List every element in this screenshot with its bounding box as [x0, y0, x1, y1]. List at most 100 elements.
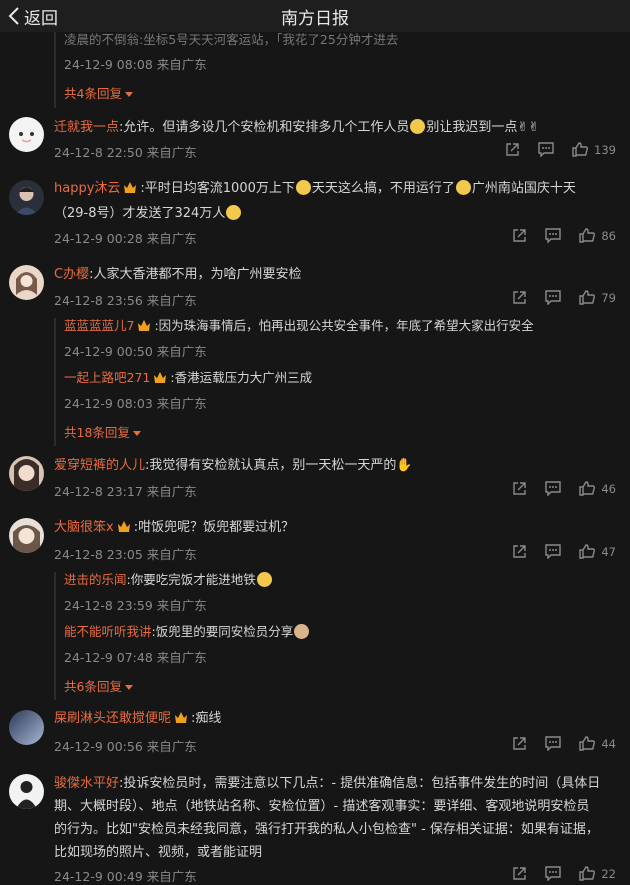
avatar[interactable]	[9, 265, 44, 300]
share-icon	[513, 229, 527, 242]
comment-icon	[545, 544, 562, 559]
comment-username[interactable]: 骏傑水平好	[54, 776, 119, 791]
like-count: 46	[601, 481, 616, 496]
share-button[interactable]	[512, 736, 527, 751]
emoji-icon	[256, 572, 272, 587]
share-icon	[513, 482, 527, 495]
hand-icon: ✋	[396, 458, 413, 473]
reply-button[interactable]	[545, 866, 562, 881]
reply-divider	[54, 318, 56, 446]
thumbs-up-icon	[572, 142, 589, 157]
caret-down-icon	[132, 431, 141, 436]
comment-username[interactable]: C办樱	[54, 267, 89, 282]
reply-button[interactable]	[545, 544, 562, 559]
like-button[interactable]: 22	[579, 866, 616, 881]
comment-icon	[545, 228, 562, 243]
comment-actions: 139	[487, 142, 616, 157]
reply-body: 一起上路吧271:香港运载压力大广州三成	[64, 370, 313, 385]
like-button[interactable]: 47	[579, 544, 616, 559]
crown-badge-icon	[175, 712, 188, 723]
share-icon	[513, 291, 527, 304]
reply-button[interactable]	[545, 228, 562, 243]
victory-hand-icon: ✌✌	[517, 120, 540, 135]
emoji-icon	[455, 180, 471, 195]
comment-username[interactable]: happy沐云	[54, 181, 120, 196]
page-title: 南方日报	[281, 9, 349, 29]
reply-username[interactable]: 进击的乐闻	[64, 572, 127, 587]
share-button[interactable]	[512, 544, 527, 559]
reply-button[interactable]	[545, 290, 562, 305]
share-button[interactable]	[512, 481, 527, 496]
comment-icon	[545, 481, 562, 496]
reply-meta: 24-12-9 08:08 来自广东	[64, 57, 207, 72]
thumbs-up-icon	[579, 736, 596, 751]
crown-badge-icon	[138, 320, 151, 331]
comment-icon	[538, 142, 554, 157]
more-replies-link[interactable]: 共4条回复	[64, 83, 133, 102]
thumbs-up-icon	[579, 290, 596, 305]
like-count: 139	[594, 142, 616, 157]
like-count: 86	[601, 228, 616, 243]
avatar[interactable]	[9, 180, 44, 215]
like-count: 44	[601, 736, 616, 751]
reply-button[interactable]	[545, 736, 562, 751]
comment-meta: 24-12-8 22:50 来自广东	[54, 145, 197, 160]
crown-badge-icon	[124, 182, 137, 193]
like-button[interactable]: 139	[572, 142, 616, 157]
reply-meta: 24-12-9 07:48 来自广东	[64, 650, 207, 665]
like-button[interactable]: 86	[579, 228, 616, 243]
comment-actions: 46	[494, 481, 616, 496]
comment-actions: 79	[494, 290, 616, 305]
emoji-icon	[295, 180, 311, 195]
reply-meta: 24-12-9 08:03 来自广东	[64, 396, 207, 411]
comment-body-line: （29-8号）才发送了324万人	[54, 201, 616, 227]
comment-body-line: 比如现场的照片、视频，或者能证明	[54, 845, 263, 860]
comment-body: 屎刷淋头还敢搅便呢:痴线	[54, 711, 222, 726]
comment-username[interactable]: 迁就我一点	[54, 120, 119, 135]
comment-icon	[545, 736, 562, 751]
like-count: 47	[601, 544, 616, 559]
like-count: 22	[601, 866, 616, 881]
reply-body: 蓝蓝蓝蓝儿7:因为珠海事情后，怕再出现公共安全事件，年底了希望大家出行安全	[64, 318, 534, 333]
emoji-icon	[226, 205, 242, 220]
thumbs-up-icon	[579, 866, 596, 881]
share-icon	[513, 737, 527, 750]
more-replies-link[interactable]: 共6条回复	[64, 676, 133, 695]
share-button[interactable]	[505, 142, 520, 157]
reply-button[interactable]	[538, 142, 554, 157]
avatar[interactable]	[9, 774, 44, 809]
reply-button[interactable]	[545, 481, 562, 496]
share-button[interactable]	[512, 228, 527, 243]
comment-actions: 22	[494, 866, 616, 881]
like-button[interactable]: 46	[579, 481, 616, 496]
comment-actions: 44	[494, 736, 616, 751]
comment-body: 迁就我一点:允许。但请多设几个安检机和安排多几个工作人员 别让我迟到一点✌✌	[54, 119, 540, 135]
comment-username[interactable]: 爱穿短裤的人儿	[54, 458, 145, 473]
reply-username[interactable]: 一起上路吧271	[64, 370, 150, 385]
reply-body: 能不能听听我讲:饭兜里的要同安检员分享	[64, 620, 616, 644]
more-replies-link[interactable]: 共18条回复	[64, 422, 141, 441]
comment-meta: 24-12-8 23:17 来自广东	[54, 484, 197, 499]
avatar[interactable]	[9, 518, 44, 553]
thumbs-up-icon	[579, 481, 596, 496]
like-count: 79	[601, 290, 616, 305]
reply-username[interactable]: 能不能听听我讲	[64, 624, 152, 639]
comment-actions: 86	[494, 228, 616, 243]
comment-username[interactable]: 屎刷淋头还敢搅便呢	[54, 711, 171, 726]
comment-meta: 24-12-9 00:49 来自广东	[54, 869, 197, 884]
comment-username[interactable]: 大脑很笨x	[54, 520, 114, 535]
comment-body: happy沐云:平时日均客流1000万上下 天天这么搞，不用运行了 广州南站国庆十天	[54, 180, 576, 196]
thumbs-up-icon	[579, 228, 596, 243]
like-button[interactable]: 44	[579, 736, 616, 751]
avatar[interactable]	[9, 117, 44, 152]
emoji-icon	[410, 119, 426, 134]
share-icon	[513, 545, 527, 558]
comment-meta: 24-12-8 23:05 来自广东	[54, 547, 197, 562]
reply-username[interactable]: 蓝蓝蓝蓝儿7	[64, 318, 134, 333]
like-button[interactable]: 79	[579, 290, 616, 305]
avatar[interactable]	[9, 710, 44, 745]
share-button[interactable]	[512, 866, 527, 881]
avatar[interactable]	[9, 456, 44, 491]
share-button[interactable]	[512, 290, 527, 305]
crown-badge-icon	[154, 372, 167, 383]
